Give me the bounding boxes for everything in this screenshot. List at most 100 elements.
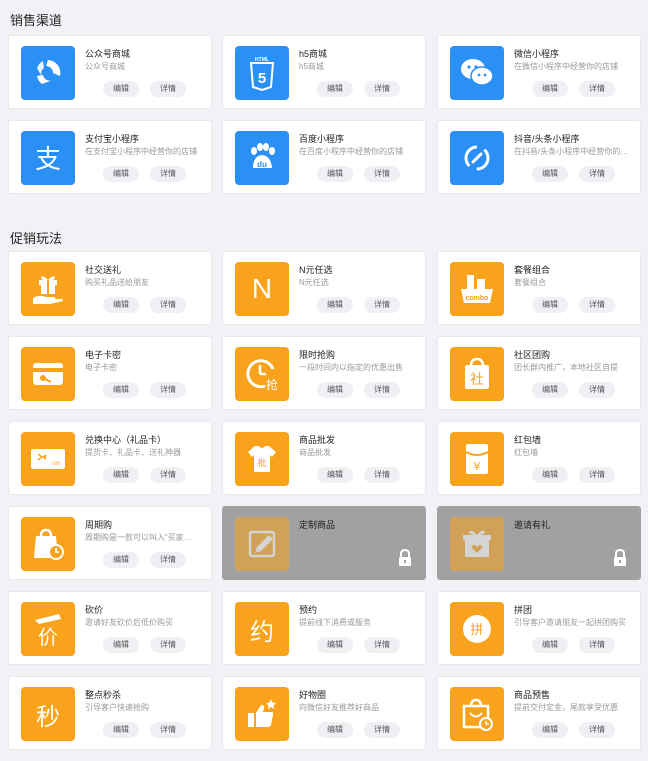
detail-button[interactable]: 详情 [364, 467, 400, 483]
detail-button[interactable]: 详情 [364, 166, 400, 182]
edit-button[interactable]: 编辑 [103, 637, 139, 653]
promo-card-reservation[interactable]: 约 预约 提前线下消费或服务 编辑 详情 [222, 591, 426, 665]
edit-button[interactable]: 编辑 [103, 722, 139, 738]
promo-card-good-stuff[interactable]: 好物圈 向微信好友推荐好商品 编辑 详情 [222, 676, 426, 750]
edit-button[interactable]: 编辑 [317, 166, 353, 182]
promo-card-red-packet[interactable]: ¥ 红包墙 红包墙 编辑 详情 [437, 421, 641, 495]
promo-card-group-buy[interactable]: 拼 拼团 引导客户邀请朋友一起拼团购买 编辑 详情 [437, 591, 641, 665]
douyin-link-icon [450, 131, 504, 185]
edit-button[interactable]: 编辑 [103, 552, 139, 568]
promo-card-social-gift[interactable]: 社交送礼 购买礼品送给朋友 编辑 详情 [8, 251, 212, 325]
combo-basket-icon: combo [450, 262, 504, 316]
edit-button[interactable]: 编辑 [532, 637, 568, 653]
promo-name: 社区团购 [514, 350, 551, 360]
promo-desc: 向微信好友推荐好商品 [299, 703, 379, 712]
promo-desc: 购买礼品送给朋友 [85, 278, 149, 287]
detail-button[interactable]: 详情 [579, 382, 615, 398]
detail-button[interactable]: 详情 [150, 382, 186, 398]
promo-name: 定制商品 [299, 520, 336, 530]
promo-card-seckill[interactable]: 秒 整点秒杀 引导客户快速抢购 编辑 详情 [8, 676, 212, 750]
wechat-chat-icon [450, 46, 504, 100]
detail-button[interactable]: 详情 [364, 722, 400, 738]
edit-button[interactable]: 编辑 [317, 637, 353, 653]
promo-name: 限时抢购 [299, 350, 336, 360]
edit-button[interactable]: 编辑 [532, 166, 568, 182]
detail-button[interactable]: 详情 [579, 297, 615, 313]
detail-button[interactable]: 详情 [150, 552, 186, 568]
promo-card-n-yuan[interactable]: N N元任选 N元任选 编辑 详情 [222, 251, 426, 325]
edit-button[interactable]: 编辑 [103, 297, 139, 313]
detail-button[interactable]: 详情 [150, 81, 186, 97]
detail-button[interactable]: 详情 [150, 722, 186, 738]
edit-button[interactable]: 编辑 [532, 297, 568, 313]
wholesale-shirt-icon: 批 [235, 432, 289, 486]
promo-name: 电子卡密 [85, 350, 122, 360]
community-glyph: 社 [470, 372, 484, 388]
detail-button[interactable]: 详情 [364, 382, 400, 398]
seckill-icon: 秒 [21, 687, 75, 741]
detail-button[interactable]: 详情 [579, 722, 615, 738]
channel-card-h5[interactable]: HTML 5 h5商城 h5商城 编辑 详情 [222, 35, 426, 109]
lock-icon [612, 549, 628, 567]
promo-desc: 引导客户快速抢购 [85, 703, 149, 712]
bargain-icon: 价 [21, 602, 75, 656]
detail-button[interactable]: 详情 [150, 297, 186, 313]
edit-button[interactable]: 编辑 [103, 81, 139, 97]
detail-button[interactable]: 详情 [364, 637, 400, 653]
combo-glyph: combo [466, 295, 489, 302]
detail-button[interactable]: 详情 [150, 166, 186, 182]
detail-button[interactable]: 详情 [150, 637, 186, 653]
promo-card-presale[interactable]: 商品预售 提前交付定金，尾款享受优惠 编辑 详情 [437, 676, 641, 750]
promo-card-invite[interactable]: 邀请有礼 [437, 506, 641, 580]
promo-card-combo[interactable]: combo 套餐组合 套餐组合 编辑 详情 [437, 251, 641, 325]
svg-text:du: du [257, 160, 267, 169]
detail-button[interactable]: 详情 [364, 297, 400, 313]
edit-button[interactable]: 编辑 [317, 722, 353, 738]
edit-button[interactable]: 编辑 [317, 467, 353, 483]
edit-button[interactable]: 编辑 [103, 467, 139, 483]
detail-button[interactable]: 详情 [364, 81, 400, 97]
channel-name: 百度小程序 [299, 134, 345, 144]
promo-desc: 周期购是一款可以叫入“买家… [85, 533, 192, 542]
gift-card-glyph: Gift [52, 461, 60, 467]
edit-button[interactable]: 编辑 [317, 297, 353, 313]
promo-desc: 提货卡、礼品卡、送礼神器 [85, 448, 181, 457]
edit-button[interactable]: 编辑 [532, 382, 568, 398]
detail-button[interactable]: 详情 [579, 637, 615, 653]
detail-button[interactable]: 详情 [150, 467, 186, 483]
promo-desc: 一段时间内以指定的优惠出售 [299, 363, 403, 372]
promo-name: 砍价 [85, 605, 104, 615]
edit-button[interactable]: 编辑 [532, 722, 568, 738]
promo-card-custom-product[interactable]: 定制商品 [222, 506, 426, 580]
gift-hand-icon [21, 262, 75, 316]
custom-pencil-icon [235, 517, 289, 571]
promo-card-wholesale[interactable]: 批 商品批发 商品批发 编辑 详情 [222, 421, 426, 495]
promo-card-e-card[interactable]: 电子卡密 电子卡密 编辑 详情 [8, 336, 212, 410]
promo-card-bargain[interactable]: 价 砍价 邀请好友砍价后低价购买 编辑 详情 [8, 591, 212, 665]
detail-button[interactable]: 详情 [579, 81, 615, 97]
edit-button[interactable]: 编辑 [317, 382, 353, 398]
edit-button[interactable]: 编辑 [103, 382, 139, 398]
detail-button[interactable]: 详情 [579, 467, 615, 483]
channel-name: 支付宝小程序 [85, 134, 140, 144]
seckill-glyph: 秒 [36, 702, 60, 731]
channel-desc: h5商城 [299, 62, 324, 71]
channel-card-douyin-mini[interactable]: 抖音/头条小程序 在抖音/头条小程序中经营你的店铺 编辑 详情 [437, 120, 641, 194]
channel-card-baidu-mini[interactable]: du 百度小程序 在百度小程序中经营你的店铺 编辑 详情 [222, 120, 426, 194]
channel-card-official-account[interactable]: 公众号商城 公众号商城 编辑 详情 [8, 35, 212, 109]
edit-button[interactable]: 编辑 [532, 467, 568, 483]
edit-button[interactable]: 编辑 [317, 81, 353, 97]
red-packet-glyph: ¥ [474, 460, 481, 473]
edit-button[interactable]: 编辑 [103, 166, 139, 182]
edit-button[interactable]: 编辑 [532, 81, 568, 97]
detail-button[interactable]: 详情 [579, 166, 615, 182]
promo-card-flash-sale[interactable]: 抢 限时抢购 一段时间内以指定的优惠出售 编辑 详情 [222, 336, 426, 410]
channel-card-alipay-mini[interactable]: 支 支付宝小程序 在支付宝小程序中经营你的店铺 编辑 详情 [8, 120, 212, 194]
promo-card-subscription[interactable]: 周期购 周期购是一款可以叫入“买家… 编辑 详情 [8, 506, 212, 580]
channel-card-wechat-mini[interactable]: 微信小程序 在微信小程序中经营你的店铺 编辑 详情 [437, 35, 641, 109]
promo-card-gift-card[interactable]: Gift 兑换中心（礼品卡） 提货卡、礼品卡、送礼神器 编辑 详情 [8, 421, 212, 495]
channel-desc: 在支付宝小程序中经营你的店铺 [85, 147, 197, 156]
promo-desc: N元任选 [299, 278, 329, 287]
promo-card-community[interactable]: 社 社区团购 团长群内推广，本地社区自提 编辑 详情 [437, 336, 641, 410]
thumbs-up-star-icon [235, 687, 289, 741]
